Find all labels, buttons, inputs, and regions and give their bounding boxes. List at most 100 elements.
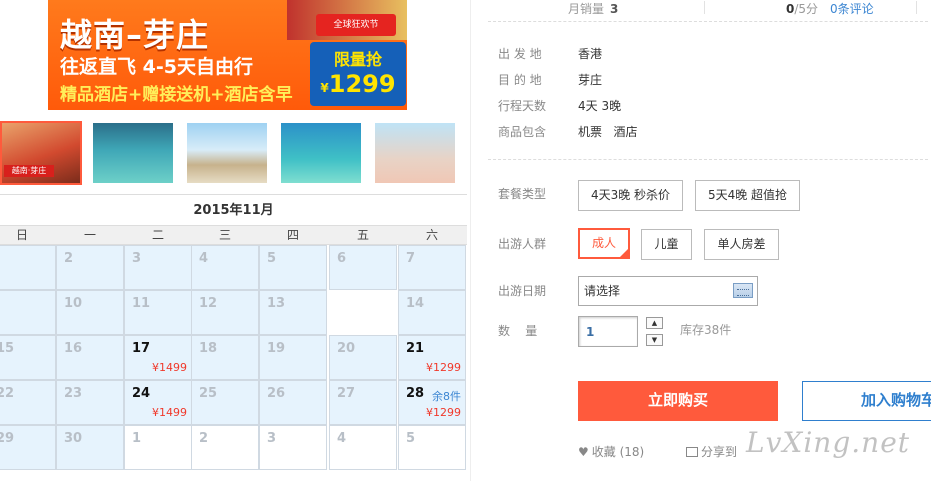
banner-promo-box: 限量抢 ¥1299 [310,42,406,106]
price-calendar: 2015年11月 日 一 二 三 四 五 六 2 3 4 5 6 7 10 11 12 13 14 1… [0,194,467,470]
weekday-sun: 日 [15,228,28,242]
quantity-decrease-icon[interactable]: ▼ [646,334,663,346]
calendar-day-cell[interactable]: 21 ¥1299 [398,335,466,380]
calendar-day-cell: 5 [398,425,466,470]
calendar-day-cell: 11 [124,290,192,335]
calendar-day-cell[interactable]: 28 ¥1299 余8件 [398,380,466,425]
thumbnail-4[interactable] [281,123,361,183]
calendar-day-number: 17 [132,341,151,356]
calendar-day-cell: 1 [124,425,192,470]
calendar-day-cell: 6 [329,245,397,290]
calendar-day-cell: 22 [0,380,56,425]
calendar-day-remaining: 余8件 [432,390,461,403]
quantity-increase-icon[interactable]: ▲ [646,317,663,329]
monthly-sales-value: 3 [610,2,619,16]
calendar-day-cell: 2 [56,245,124,290]
calendar-day-cell: 26 [259,380,327,425]
thumbnail-3[interactable] [187,123,267,183]
calendar-day-cell [0,290,56,335]
reviews-link[interactable]: 0条评论 [830,0,874,17]
favorite-label: 收藏 [591,445,616,459]
calendar-day-cell: 29 [0,425,56,470]
calendar-day-cell: 20 [329,335,397,380]
calendar-day-number: 3 [267,431,277,446]
calendar-day-number: 10 [64,296,83,311]
weekday-fri: 五 [356,228,369,242]
calendar-day-cell: 7 [398,245,466,290]
calendar-day-number: 16 [64,341,83,356]
thumbnail-1-caption: 越南·芽庄 [4,165,54,177]
calendar-day-cell: 27 [329,380,397,425]
calendar-day-cell[interactable]: 24 ¥1499 [124,380,192,425]
rating: 0/5分 [786,0,818,17]
favorite-button[interactable]: ♥ 收藏 (18) [578,443,644,460]
calendar-icon[interactable] [733,283,753,298]
quantity-label: 数 量 [498,324,538,338]
calendar-day-cell: 15 [0,335,56,380]
calendar-day-cell: 2 [191,425,259,470]
thumbnail-1[interactable]: 越南·芽庄 [0,121,82,185]
info-destination-value: 芽庄 [578,73,603,87]
calendar-day-number: 15 [0,341,15,356]
calendar-day-cell[interactable]: 17 ¥1499 [124,335,192,380]
traveler-option-child[interactable]: 儿童 [641,229,692,260]
calendar-day-number: 4 [199,251,209,266]
stats-bar: 月销量 3 0/5分 0条评论 [488,0,928,22]
thumbnail-5[interactable] [375,123,455,183]
calendar-grid: 2 3 4 5 6 7 10 11 12 13 14 15 16 17 ¥1499 18 19 20 21 ¥1299… [0,245,467,475]
traveler-option-single-supplement[interactable]: 单人房差 [704,229,779,260]
calendar-day-number: 27 [337,386,356,401]
banner-title: 越南–芽庄 [60,16,210,54]
stock-count: 库存38件 [680,323,732,337]
package-option-5d4n[interactable]: 5天4晚 超值抢 [695,180,800,211]
calendar-weekday-header: 日 一 二 三 四 五 六 [0,225,467,245]
calendar-day-cell: 14 [398,290,466,335]
calendar-day-number: 2 [64,251,74,266]
stats-separator [916,1,917,14]
info-duration: 行程天数 4天 3晚 [498,97,918,117]
traveler-option-adult[interactable]: 成人 [578,228,630,259]
info-includes-label: 商品包含 [498,125,547,139]
section-divider [488,159,928,160]
calendar-day-number: 20 [337,341,356,356]
monthly-sales: 月销量 3 [568,0,618,17]
info-duration-value: 4天 3晚 [578,99,622,113]
main-banner-image: 越南–芽庄 往返直飞 4-5天自由行 精品酒店+赠接送机+酒店含早 全球狂欢节 … [48,0,407,110]
calendar-day-number: 24 [132,386,151,401]
calendar-day-cell: 3 [124,245,192,290]
travel-date-input[interactable]: 请选择 [578,276,758,306]
calendar-day-cell: 25 [191,380,259,425]
add-to-cart-button[interactable]: 加入购物车 [802,381,931,421]
product-gallery: 越南–芽庄 往返直飞 4-5天自由行 精品酒店+赠接送机+酒店含早 全球狂欢节 … [0,0,470,481]
calendar-day-cell: 10 [56,290,124,335]
calendar-day-number: 21 [406,341,425,356]
calendar-day-number: 13 [267,296,286,311]
package-option-4d3n[interactable]: 4天3晚 秒杀价 [578,180,683,211]
thumbnail-2[interactable] [93,123,173,183]
info-departure-label: 出 发 地 [498,47,542,61]
calendar-day-number: 4 [337,431,347,446]
share-button[interactable]: 分享到 [686,443,737,460]
weekday-wed: 三 [218,228,231,242]
share-label: 分享到 [701,445,738,459]
quantity-input[interactable]: 1 [578,316,638,347]
thumbnail-strip: 越南·芽庄 [0,121,470,185]
info-duration-label: 行程天数 [498,99,547,113]
calendar-day-cell: 3 [259,425,327,470]
weekday-tue: 二 [151,228,164,242]
calendar-day-number: 5 [406,431,416,446]
rating-suffix: /5分 [794,2,819,16]
calendar-day-number: 14 [406,296,425,311]
buy-now-button[interactable]: 立即购买 [578,381,778,421]
info-destination-label: 目 的 地 [498,73,542,87]
weekday-thu: 四 [286,228,299,242]
promo-label: 限量抢 [333,50,382,69]
info-includes-value: 机票 酒店 [578,125,638,139]
promo-price: ¥1299 [310,70,406,98]
calendar-day-cell: 4 [329,425,397,470]
calendar-day-cell [0,245,56,290]
calendar-day-number: 2 [199,431,209,446]
calendar-day-number: 19 [267,341,286,356]
calendar-day-number: 1 [132,431,142,446]
product-detail-panel: 月销量 3 0/5分 0条评论 出 发 地 香港 目 的 地 芽庄 行程天数 4天… [470,0,931,481]
